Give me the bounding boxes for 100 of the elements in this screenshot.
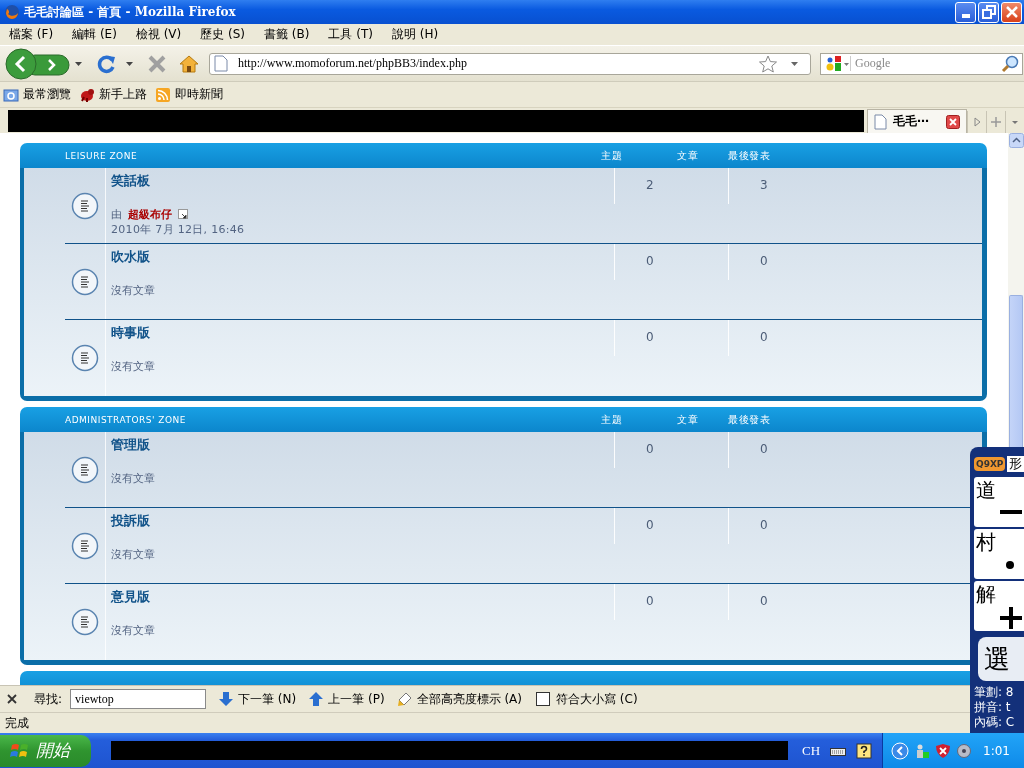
forum-link[interactable]: 管理版 <box>111 436 150 454</box>
search-field[interactable]: Google <box>820 52 1023 75</box>
forum-link[interactable]: 意見版 <box>111 588 150 606</box>
menu-item[interactable]: 書籤 (B) <box>257 26 317 43</box>
find-field[interactable]: viewtop <box>70 689 207 709</box>
input-mode-button[interactable]: 形 <box>1007 456 1024 472</box>
menu-item[interactable]: 檢視 (V) <box>128 26 189 43</box>
windows-logo-icon <box>10 741 30 760</box>
scrollbar[interactable] <box>1008 133 1024 447</box>
keyboard-icon[interactable] <box>830 745 847 756</box>
folder-icon <box>3 86 19 103</box>
select-button[interactable]: 選 <box>978 637 1024 681</box>
candidate-key[interactable]: 解 <box>974 581 1024 631</box>
forum-link[interactable]: 吹水版 <box>111 248 150 266</box>
page-icon <box>214 55 228 72</box>
forum-icon <box>71 267 99 296</box>
menu-item[interactable]: 檔案 (F) <box>2 26 61 43</box>
menu-item[interactable]: 工具 (T) <box>321 26 380 43</box>
scroll-up-icon[interactable] <box>1008 133 1024 148</box>
candidate-character: 道 <box>976 479 996 501</box>
language-indicator[interactable]: CH <box>802 742 821 759</box>
search-icon[interactable] <box>1001 54 1019 73</box>
star-icon[interactable] <box>759 54 777 73</box>
forum-icon <box>71 455 99 484</box>
dropdown-arrow-icon[interactable] <box>791 61 798 66</box>
address-field[interactable]: http://www.momoforum.net/phpBB3/index.php <box>209 52 811 75</box>
dot-icon <box>1006 561 1014 569</box>
browser-tab[interactable]: 毛毛⋯ <box>867 109 967 133</box>
scrollbar-thumb[interactable] <box>1009 295 1023 447</box>
no-posts-text: 沒有文章 <box>111 359 155 374</box>
topic-count: 0 <box>646 442 654 456</box>
close-button[interactable] <box>1001 1 1022 23</box>
column-header: 最後發表 <box>728 148 770 163</box>
checkbox[interactable] <box>536 692 550 706</box>
post-count: 3 <box>760 178 768 192</box>
back-forward-icon[interactable] <box>5 47 71 80</box>
post-count: 0 <box>760 518 768 532</box>
no-posts-text: 沒有文章 <box>111 471 155 486</box>
section-title: ADMINISTRATORS' ZONE <box>65 414 187 425</box>
dropdown-arrow-icon[interactable] <box>75 61 82 66</box>
down-arrow-icon <box>218 691 235 707</box>
no-posts-text: 沒有文章 <box>111 283 155 298</box>
column-header: 文章 <box>677 412 698 427</box>
no-posts-text: 沒有文章 <box>111 547 155 562</box>
shield-icon[interactable] <box>935 742 952 759</box>
candidate-key[interactable]: 村 <box>974 529 1024 579</box>
forum-icon <box>71 531 99 560</box>
forum-link[interactable]: 時事版 <box>111 324 150 342</box>
find-button[interactable]: 下一筆 (N) <box>218 690 297 708</box>
forum-link[interactable]: 笑話板 <box>111 172 150 190</box>
info-line: 筆劃: 8 <box>974 685 1015 700</box>
restore-icon <box>981 5 996 19</box>
start-button[interactable]: 開始 <box>0 734 91 767</box>
post-count: 0 <box>760 594 768 608</box>
help-icon[interactable] <box>856 742 873 759</box>
forum-link[interactable]: 投訴版 <box>111 512 150 530</box>
go-to-post-icon[interactable] <box>178 209 189 220</box>
bookmark-link[interactable]: 最常瀏覽 <box>3 86 71 103</box>
restore-button[interactable] <box>978 1 999 23</box>
topic-count: 0 <box>646 518 654 532</box>
dropdown-arrow-icon[interactable] <box>126 61 133 66</box>
info-line: 內碼: C <box>974 715 1016 730</box>
checkbox-label: 符合大小寫 (C) <box>556 690 638 708</box>
browser-logo-icon <box>4 4 20 20</box>
topic-count: 0 <box>646 254 654 268</box>
forum-icon <box>71 191 99 220</box>
topic-count: 2 <box>646 178 654 192</box>
bookmark-link[interactable]: 即時新聞 <box>155 86 223 103</box>
minimize-button[interactable] <box>955 1 976 23</box>
author-link[interactable]: 超級布仔 <box>128 207 172 222</box>
post-time: 2010年 7月 12日, 16:46 <box>111 222 245 237</box>
by-label: 由 <box>111 207 122 222</box>
status-text: 完成 <box>5 714 29 732</box>
close-icon <box>1005 6 1018 18</box>
menu-item[interactable]: 說明 (H) <box>385 26 446 43</box>
candidate-key[interactable]: 道 <box>974 477 1024 527</box>
minus-icon <box>1000 510 1022 514</box>
reload-icon[interactable] <box>96 53 116 74</box>
animal-icon <box>79 86 95 103</box>
post-count: 0 <box>760 442 768 456</box>
menu-item[interactable]: 編輯 (E) <box>65 26 124 43</box>
close-tab-icon[interactable] <box>946 114 960 129</box>
disc-icon[interactable] <box>956 742 973 759</box>
column-header: 文章 <box>677 148 698 163</box>
menu-item[interactable]: 歷史 (S) <box>193 26 253 43</box>
search-engine-icon[interactable] <box>824 53 850 74</box>
topic-count: 0 <box>646 594 654 608</box>
column-header: 最後發表 <box>728 412 770 427</box>
home-icon[interactable] <box>179 53 199 74</box>
bookmark-link[interactable]: 新手上路 <box>79 86 147 103</box>
find-button[interactable]: 上一筆 (P) <box>308 690 385 708</box>
clock: 1:01 <box>983 743 1010 758</box>
find-button[interactable]: 全部高亮度標示 (A) <box>396 690 522 708</box>
post-count: 0 <box>760 330 768 344</box>
close-icon[interactable] <box>6 693 18 705</box>
no-posts-text: 沒有文章 <box>111 623 155 638</box>
feed-icon <box>155 86 171 103</box>
post-count: 0 <box>760 254 768 268</box>
input-method-badge[interactable]: Q9XP <box>974 457 1006 471</box>
highlighter-icon <box>396 691 413 707</box>
